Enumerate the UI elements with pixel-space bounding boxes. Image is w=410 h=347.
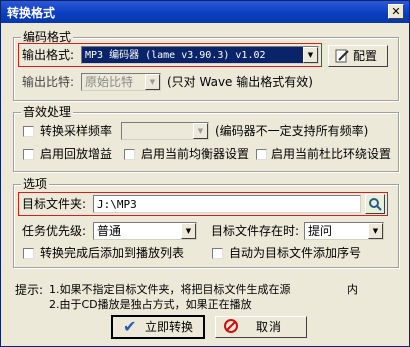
- effects-group-title: 音效处理: [21, 105, 74, 119]
- add-serial-checkbox[interactable]: [212, 248, 223, 259]
- resample-label: 转换采样频率: [40, 124, 113, 138]
- hint-line-1-end: 内: [347, 283, 358, 296]
- output-format-select[interactable]: MP3 编码器 (lame v3.90.3) v1.02 ▼: [81, 46, 319, 64]
- priority-label: 任务优先级:: [22, 224, 87, 238]
- priority-select[interactable]: 普通 ▼: [93, 222, 197, 240]
- priority-value: 普通: [97, 224, 122, 238]
- hint-title: 提示:: [15, 283, 44, 297]
- effects-group: [13, 112, 399, 172]
- exists-select[interactable]: 提问 ▼: [304, 222, 384, 240]
- chevron-down-icon[interactable]: ▼: [303, 47, 318, 63]
- target-folder-input[interactable]: J:\MP3: [93, 195, 361, 213]
- resample-checkbox[interactable]: [23, 126, 34, 137]
- output-format-label: 输出格式:: [22, 48, 75, 62]
- playback-gain-checkbox[interactable]: [23, 149, 34, 160]
- browse-folder-button[interactable]: [365, 194, 385, 214]
- convert-now-button[interactable]: ✔ 立即转换: [111, 315, 205, 339]
- chevron-down-icon[interactable]: ▼: [368, 223, 383, 239]
- check-icon: ✔: [123, 317, 137, 336]
- title-bar[interactable]: 转换格式 ✕: [1, 1, 409, 23]
- exists-value: 提问: [308, 224, 333, 238]
- convert-format-dialog: 转换格式 ✕ 编码格式 输出格式: MP3 编码器 (lame v3.90.3)…: [0, 0, 410, 347]
- chevron-down-icon[interactable]: ▼: [193, 123, 208, 139]
- add-serial-label: 自动为目标文件添加序号: [229, 246, 362, 260]
- target-folder-value: J:\MP3: [97, 198, 137, 211]
- config-button-label: 配置: [353, 49, 378, 63]
- cancel-label-rest: 消: [269, 320, 282, 334]
- add-playlist-label: 转换完成后添加到播放列表: [40, 246, 185, 260]
- encoder-group-title: 编码格式: [21, 30, 74, 44]
- resample-select[interactable]: ▼: [121, 122, 209, 140]
- window-title: 转换格式: [7, 6, 56, 20]
- hint-line-2: 2.由于CD播放是独占方式，如果正在播放: [49, 298, 252, 311]
- bitrate-select[interactable]: 原始比特 ▼: [81, 73, 161, 91]
- output-format-value: MP3 编码器 (lame v3.90.3) v1.02: [85, 50, 266, 61]
- chevron-down-icon[interactable]: ▼: [181, 223, 196, 239]
- bitrate-value: 原始比特: [85, 75, 134, 89]
- equalizer-label: 启用当前均衡器设置: [141, 147, 250, 161]
- cancel-icon: [224, 319, 238, 333]
- dolby-label: 启用当前杜比环绕设置: [271, 147, 392, 161]
- edit-icon: [335, 49, 349, 63]
- equalizer-checkbox[interactable]: [124, 149, 135, 160]
- bitrate-note: (只对 Wave 输出格式有效): [167, 75, 313, 89]
- exists-label: 目标文件存在时:: [211, 224, 300, 238]
- convert-now-label: 立即转换: [145, 320, 194, 334]
- close-button[interactable]: ✕: [388, 4, 404, 19]
- cancel-label: 取: [256, 320, 269, 334]
- config-button[interactable]: 配置: [328, 45, 388, 67]
- cancel-button[interactable]: 取 消: [215, 316, 307, 338]
- bitrate-label: 输出比特:: [22, 75, 75, 89]
- dolby-checkbox[interactable]: [256, 149, 267, 160]
- playback-gain-label: 启用回放增益: [40, 147, 113, 161]
- chevron-down-icon[interactable]: ▼: [145, 74, 160, 90]
- add-playlist-checkbox[interactable]: [23, 248, 34, 259]
- target-folder-label: 目标文件夹:: [22, 197, 87, 211]
- options-group-title: 选项: [21, 177, 50, 191]
- magnifier-icon: [367, 196, 383, 212]
- hint-line-1: 1.如果不指定目标文件夹，将把目标文件生成在源: [49, 283, 291, 296]
- resample-note: (编码器不一定支持所有频率): [215, 124, 369, 138]
